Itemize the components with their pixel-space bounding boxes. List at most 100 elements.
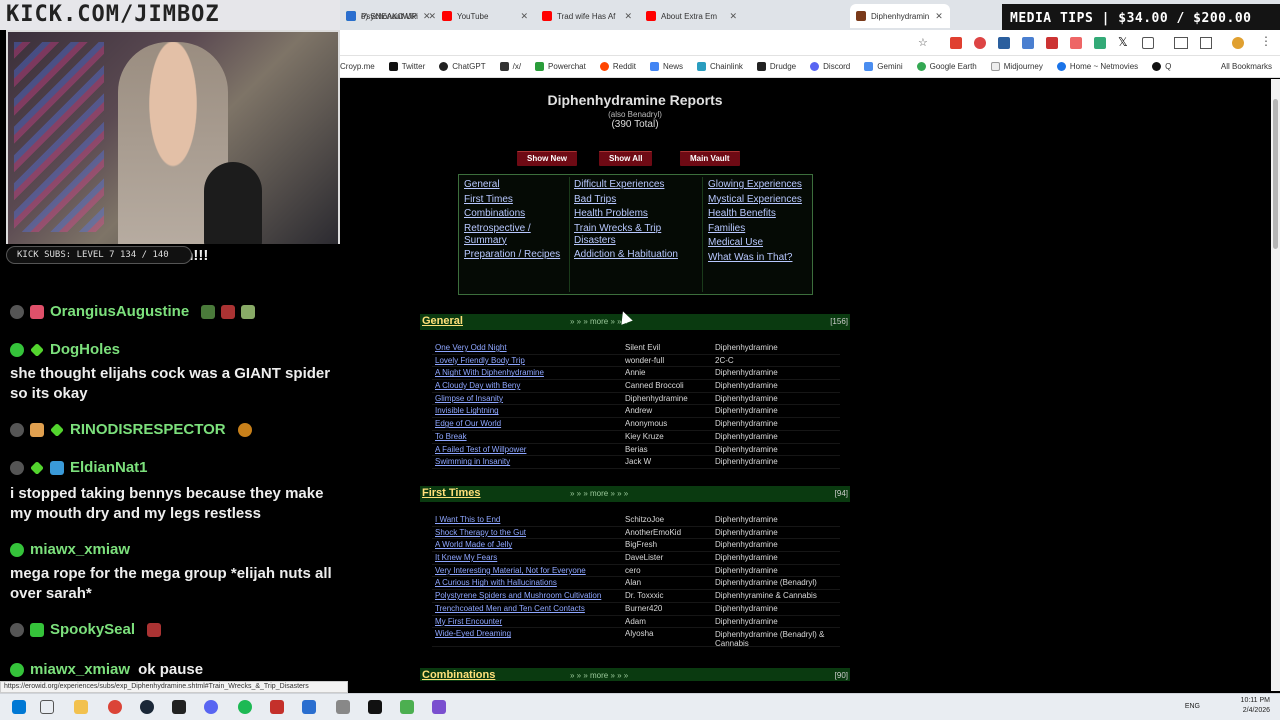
extension-icon[interactable] [1094, 37, 1106, 49]
bookmark-item[interactable]: Gemini [864, 62, 903, 71]
chrome-icon[interactable] [108, 700, 122, 714]
extension-icon[interactable] [1070, 37, 1082, 49]
bookmark-item[interactable]: News [649, 62, 683, 71]
address-bar[interactable]: ☆ 𝕏 ⋮ [340, 30, 1280, 56]
bookmark-item[interactable]: Drudge [756, 62, 796, 71]
steam-icon[interactable] [140, 700, 154, 714]
bookmark-item[interactable]: Twitter [388, 62, 425, 71]
chat-username[interactable]: DogHoles [50, 340, 120, 360]
task-view-icon[interactable] [40, 700, 54, 714]
main-vault-button[interactable]: Main Vault [680, 151, 740, 166]
chat-user[interactable]: RINODISRESPECTOR [10, 420, 335, 440]
app-icon[interactable] [270, 700, 284, 714]
bookmark-item[interactable]: Croyp.me [340, 62, 375, 71]
terminal-icon[interactable] [172, 700, 186, 714]
bookmark-item[interactable]: Google Earth [916, 62, 977, 71]
category-link[interactable]: Preparation / Recipes [464, 249, 564, 261]
category-link[interactable]: Difficult Experiences [574, 179, 694, 191]
discord-icon[interactable] [204, 700, 218, 714]
browser-tab[interactable]: PsychonautWiki ✕ [340, 4, 444, 28]
close-icon[interactable]: ✕ [929, 11, 943, 22]
app-icon[interactable] [302, 700, 316, 714]
chat-user[interactable]: SpookySeal [10, 620, 335, 640]
extension-icon[interactable] [974, 37, 986, 49]
language-indicator[interactable]: ENG [1185, 703, 1200, 710]
more-link[interactable]: » » » more » » » [570, 489, 628, 498]
browser-tab[interactable]: Trad wife Has Af ✕ [536, 4, 640, 28]
menu-icon[interactable]: ⋮ [1260, 34, 1272, 48]
extension-icon[interactable] [1022, 37, 1034, 49]
category-link[interactable]: Mystical Experiences [708, 194, 812, 206]
more-link[interactable]: » » » more » » » [570, 671, 628, 680]
chat-username[interactable]: miawx_xmiaw [30, 660, 130, 680]
section-title[interactable]: General [422, 315, 463, 327]
capcut-icon[interactable] [368, 700, 382, 714]
browser-tab-active[interactable]: Diphenhydramin ✕ [850, 4, 950, 28]
extension-icon[interactable] [998, 37, 1010, 49]
download-icon[interactable] [1200, 37, 1212, 49]
extension-icon[interactable] [950, 37, 962, 49]
chat-user[interactable]: miawx_xmiaw [10, 540, 335, 560]
close-icon[interactable]: ✕ [618, 11, 632, 22]
close-icon[interactable]: ✕ [422, 11, 436, 22]
x-icon[interactable]: 𝕏 [1118, 35, 1128, 49]
category-link[interactable]: Retrospective / Summary [464, 223, 564, 247]
spotify-icon[interactable] [238, 700, 252, 714]
bookmark-item[interactable]: ChatGPT [439, 62, 486, 71]
chat-user[interactable]: miawx_xmiaw ok pause [10, 660, 335, 680]
category-link[interactable]: Families [708, 223, 812, 235]
bookmark-item[interactable]: Discord [810, 62, 850, 71]
bookmark-item[interactable]: Q [1152, 62, 1171, 71]
sidepanel-icon[interactable] [1174, 37, 1188, 49]
extensions-icon[interactable] [1142, 37, 1154, 49]
bookmark-item[interactable]: Powerchat [535, 62, 586, 71]
show-new-button[interactable]: Show New [517, 151, 578, 166]
chat-user[interactable]: EldianNat1 [10, 458, 335, 478]
close-icon[interactable]: ✕ [514, 11, 528, 22]
page-scrollbar[interactable] [1271, 79, 1280, 691]
bookmark-item[interactable]: /x/ [499, 62, 521, 71]
section-title[interactable]: Combinations [422, 669, 495, 681]
scrollbar-thumb[interactable] [1273, 99, 1278, 249]
app-icon[interactable] [336, 700, 350, 714]
bookmark-item[interactable]: Home ~ Netmovies [1056, 62, 1138, 71]
chat-username[interactable]: EldianNat1 [70, 458, 148, 478]
chat-user[interactable]: OrangiusAugustine [10, 302, 335, 322]
chat-username[interactable]: miawx_xmiaw [30, 540, 130, 560]
show-all-button[interactable]: Show All [599, 151, 653, 166]
extension-icon[interactable] [1046, 37, 1058, 49]
chat-username[interactable]: OrangiusAugustine [50, 302, 189, 322]
all-bookmarks-button[interactable]: All Bookmarks [1221, 62, 1272, 71]
close-icon[interactable]: ✕ [723, 11, 737, 22]
category-link[interactable]: Health Problems [574, 208, 694, 220]
category-link[interactable]: Train Wrecks & Trip Disasters [574, 223, 694, 247]
chat-username[interactable]: RINODISRESPECTOR [70, 420, 226, 440]
category-link[interactable]: What Was in That? [708, 252, 812, 264]
chat-username[interactable]: SpookySeal [50, 620, 135, 640]
section-title[interactable]: First Times [422, 487, 481, 499]
file-explorer-icon[interactable] [74, 700, 88, 714]
app-icon[interactable] [432, 700, 446, 714]
chat-user[interactable]: DogHoles [10, 340, 335, 360]
category-link[interactable]: First Times [464, 194, 564, 206]
minecraft-icon[interactable] [400, 700, 414, 714]
category-link[interactable]: Glowing Experiences [708, 179, 812, 191]
category-link[interactable]: Medical Use [708, 237, 812, 249]
windows-start-icon[interactable] [12, 700, 26, 714]
table-row: Lovely Friendly Body Trip wonder-full 2C-C [420, 355, 850, 368]
report-title-link[interactable]: Wide-Eyed Dreaming [435, 628, 511, 641]
category-link[interactable]: General [464, 179, 564, 191]
category-link[interactable]: Combinations [464, 208, 564, 220]
bookmark-item[interactable]: Midjourney [990, 62, 1043, 71]
category-link[interactable]: Addiction & Habituation [574, 249, 694, 261]
star-icon[interactable]: ☆ [918, 36, 928, 49]
category-link[interactable]: Health Benefits [708, 208, 812, 220]
sword-badge-icon [50, 461, 64, 475]
browser-tab[interactable]: About Extra Em ✕ [640, 4, 745, 28]
browser-tab[interactable]: YouTube ✕ [436, 4, 536, 28]
bookmark-item[interactable]: Reddit [599, 62, 636, 71]
profile-avatar[interactable] [1232, 37, 1244, 49]
clock[interactable]: 10:11 PM 2/4/2026 [1241, 696, 1270, 716]
category-link[interactable]: Bad Trips [574, 194, 694, 206]
bookmark-item[interactable]: Chainlink [696, 62, 743, 71]
